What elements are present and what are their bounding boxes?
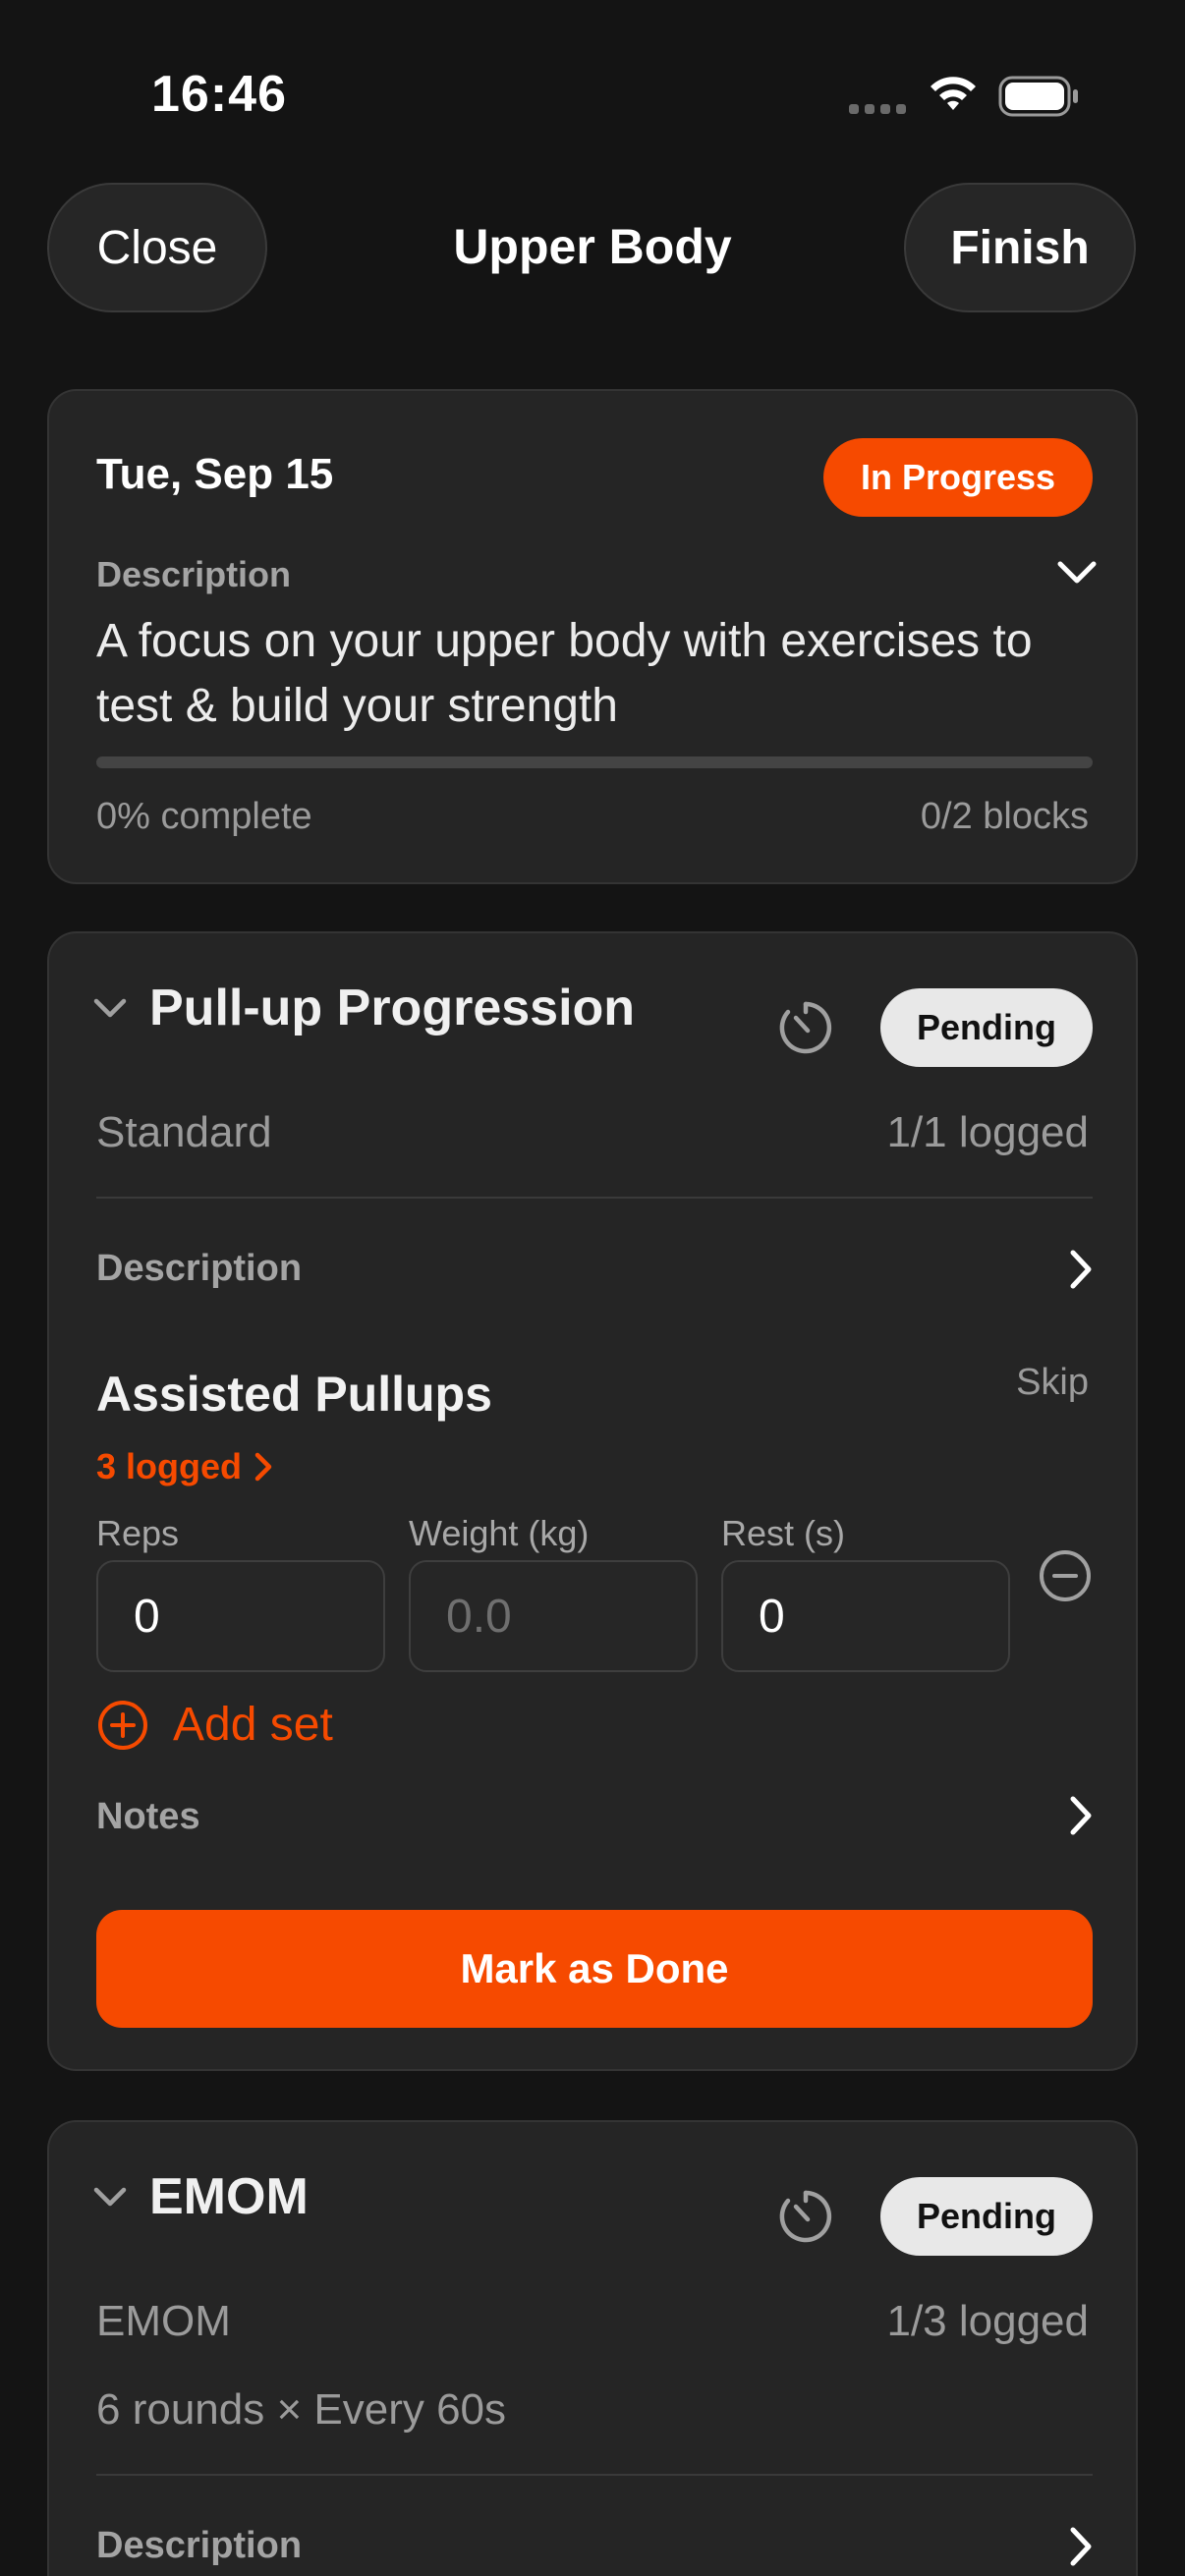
workout-description: A focus on your upper body with exercise… [96, 615, 1033, 732]
status-badge: In Progress [823, 438, 1093, 517]
block-title[interactable]: EMOM [149, 2167, 309, 2226]
chevron-right-icon[interactable] [1067, 1794, 1095, 1837]
cellular-signal-icon [849, 104, 908, 116]
mark-as-done-button[interactable]: Mark as Done [96, 1910, 1093, 2028]
block-logged-count: 1/1 logged [886, 1108, 1089, 1156]
battery-icon [998, 76, 1078, 117]
block-title[interactable]: Pull-up Progression [149, 979, 635, 1037]
block-type: EMOM [96, 2297, 231, 2345]
status-bar: 16:46 [0, 0, 1185, 187]
add-set-label: Add set [173, 1699, 333, 1751]
description-label[interactable]: Description [96, 1248, 302, 1290]
divider [96, 1197, 1093, 1199]
rest-input[interactable]: 0 [721, 1560, 1010, 1672]
workout-summary-card: Tue, Sep 15 In Progress Description A fo… [47, 389, 1138, 884]
timer-icon[interactable] [776, 2187, 835, 2246]
add-set-button[interactable]: Add set [96, 1698, 333, 1752]
block-type: Standard [96, 1108, 272, 1156]
minus-circle-icon[interactable] [1038, 1548, 1093, 1603]
reps-input[interactable]: 0 [96, 1560, 385, 1672]
chevron-right-icon[interactable] [1067, 2525, 1095, 2568]
workout-date: Tue, Sep 15 [96, 450, 334, 498]
chevron-down-icon[interactable] [90, 994, 130, 1022]
chevron-down-icon[interactable] [1055, 558, 1099, 588]
timer-icon[interactable] [776, 998, 835, 1057]
notes-label[interactable]: Notes [96, 1796, 200, 1838]
chevron-right-icon [254, 1452, 272, 1482]
exercise-name: Assisted Pullups [96, 1367, 492, 1422]
rest-label: Rest (s) [721, 1513, 845, 1553]
logged-sets-link[interactable]: 3 logged [96, 1446, 273, 1487]
block-logged-count: 1/3 logged [886, 2297, 1089, 2345]
weight-label: Weight (kg) [409, 1513, 590, 1553]
status-time: 16:46 [151, 66, 287, 123]
workout-screen: 16:46 Close Upper Body Finish Tue, Sep 1… [0, 0, 1185, 2576]
reps-label: Reps [96, 1513, 180, 1553]
finish-button[interactable]: Finish [904, 183, 1136, 312]
block-card-pull-up-progression: Pull-up Progression Pending Standard 1/1… [47, 931, 1138, 2071]
description-label: Description [96, 554, 292, 594]
close-button[interactable]: Close [47, 183, 267, 312]
description-label[interactable]: Description [96, 2525, 302, 2567]
logged-sets-label: 3 logged [96, 1446, 243, 1486]
block-schedule: 6 rounds × Every 60s [96, 2385, 507, 2434]
weight-input[interactable]: 0.0 [409, 1560, 698, 1672]
block-card-emom: EMOM Pending EMOM 1/3 logged 6 rounds × … [47, 2120, 1138, 2576]
status-badge: Pending [880, 2177, 1093, 2256]
page-title: Upper Body [453, 219, 732, 274]
progress-text: 0% complete [96, 796, 312, 837]
status-badge: Pending [880, 988, 1093, 1067]
chevron-right-icon[interactable] [1067, 1248, 1095, 1291]
divider [96, 2474, 1093, 2476]
skip-button[interactable]: Skip [1016, 1362, 1089, 1404]
progress-bar [96, 756, 1093, 768]
wifi-icon [931, 77, 976, 110]
plus-circle-icon [98, 1700, 147, 1750]
blocks-count: 0/2 blocks [920, 796, 1089, 837]
chevron-down-icon[interactable] [90, 2183, 130, 2211]
